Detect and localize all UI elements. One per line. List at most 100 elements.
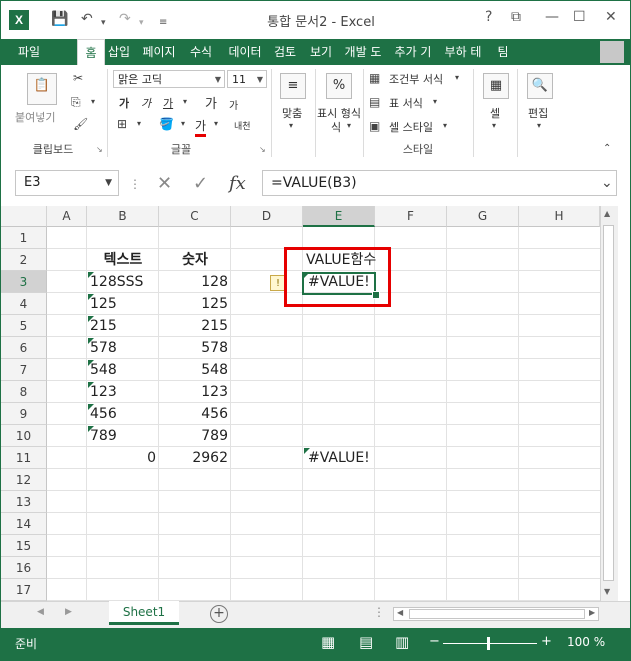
editing-dropdown-icon[interactable]: ▾ bbox=[537, 121, 541, 130]
add-sheet-button[interactable]: + bbox=[210, 605, 228, 623]
shrink-font-button[interactable]: 가 bbox=[229, 97, 238, 112]
tab-load-test[interactable]: 부하 테 bbox=[441, 39, 485, 65]
column-header[interactable]: B bbox=[87, 206, 159, 227]
next-sheet-icon[interactable]: ▶ bbox=[65, 607, 72, 617]
tab-file[interactable]: 파일 bbox=[1, 39, 57, 65]
cell-b3[interactable]: 128SSS bbox=[87, 271, 159, 293]
zoom-out-button[interactable]: − bbox=[429, 634, 440, 649]
zoom-slider-thumb[interactable] bbox=[487, 637, 490, 650]
copy-dropdown-icon[interactable]: ▾ bbox=[91, 97, 95, 106]
undo-icon[interactable]: ↶ bbox=[81, 10, 93, 28]
underline-button[interactable]: 가 bbox=[163, 95, 173, 111]
user-avatar-icon[interactable] bbox=[600, 41, 624, 63]
tab-review[interactable]: 검토 bbox=[271, 39, 299, 65]
maximize-button[interactable]: ☐ bbox=[573, 9, 586, 25]
row-header[interactable]: 15 bbox=[1, 535, 47, 557]
binoculars-icon[interactable]: 🔍 bbox=[527, 73, 553, 99]
cell-b9[interactable]: 456 bbox=[87, 403, 159, 425]
table-format-icon[interactable]: ▤ bbox=[369, 95, 380, 109]
scroll-up-icon[interactable]: ▲ bbox=[604, 209, 610, 218]
close-button[interactable]: ✕ bbox=[605, 9, 617, 25]
row-header[interactable]: 17 bbox=[1, 579, 47, 601]
select-all-corner[interactable] bbox=[1, 206, 47, 227]
cell-c7[interactable]: 548 bbox=[159, 359, 231, 381]
cell-style-icon[interactable]: ▣ bbox=[369, 119, 380, 133]
copy-icon[interactable]: ⎘ bbox=[71, 95, 81, 110]
format-painter-icon[interactable]: 🖌 bbox=[73, 117, 88, 131]
paste-button-label[interactable]: 붙여넣기 bbox=[15, 109, 55, 125]
border-icon[interactable]: ⊞ bbox=[117, 117, 127, 131]
cell-b4[interactable]: 125 bbox=[87, 293, 159, 315]
zoom-level[interactable]: 100 % bbox=[567, 635, 605, 649]
column-header[interactable]: E bbox=[303, 206, 375, 227]
font-size-combo[interactable]: 11 ▼ bbox=[227, 70, 267, 88]
cell-c11[interactable]: 2962 bbox=[159, 447, 231, 469]
collapse-ribbon-icon[interactable]: ⌃ bbox=[603, 143, 611, 154]
row-header[interactable]: 4 bbox=[1, 293, 47, 315]
save-icon[interactable]: 💾 bbox=[51, 10, 68, 28]
cells-dropdown-icon[interactable]: ▾ bbox=[492, 121, 496, 130]
alignment-icon[interactable]: ≡ bbox=[280, 73, 306, 99]
tab-splitter-icon[interactable]: ⋮ bbox=[373, 605, 385, 619]
tab-page-layout[interactable]: 페이지 bbox=[137, 39, 181, 65]
font-name-combo[interactable]: 맑은 고딕 ▼ bbox=[113, 70, 225, 88]
row-header[interactable]: 1 bbox=[1, 227, 47, 249]
alignment-button-label[interactable]: 맞춤 bbox=[282, 105, 302, 121]
formula-input[interactable]: =VALUE(B3) bbox=[262, 170, 617, 196]
scroll-right-icon[interactable]: ▶ bbox=[589, 608, 595, 617]
row-header[interactable]: 13 bbox=[1, 491, 47, 513]
scroll-down-icon[interactable]: ▼ bbox=[604, 587, 610, 596]
normal-view-icon[interactable]: ▦ bbox=[321, 633, 335, 651]
enter-icon[interactable]: ✓ bbox=[193, 173, 208, 194]
page-break-view-icon[interactable]: ▥ bbox=[395, 633, 409, 651]
cell-c8[interactable]: 123 bbox=[159, 381, 231, 403]
cell-b8[interactable]: 123 bbox=[87, 381, 159, 403]
row-header[interactable]: 3 bbox=[1, 271, 47, 293]
font-color-button[interactable]: 가 bbox=[195, 117, 207, 137]
page-layout-view-icon[interactable]: ▤ bbox=[359, 633, 373, 651]
column-header[interactable]: G bbox=[447, 206, 519, 227]
row-header[interactable]: 10 bbox=[1, 425, 47, 447]
editing-button-label[interactable]: 편집 bbox=[528, 105, 548, 121]
tab-team[interactable]: 팀 bbox=[491, 39, 515, 65]
number-format-button-label2[interactable]: 식 bbox=[331, 119, 341, 135]
number-dropdown-icon[interactable]: ▾ bbox=[347, 121, 351, 130]
tab-formulas[interactable]: 수식 bbox=[187, 39, 215, 65]
cell-c5[interactable]: 215 bbox=[159, 315, 231, 337]
prev-sheet-icon[interactable]: ◀ bbox=[37, 607, 44, 617]
tab-developer[interactable]: 개발 도 bbox=[341, 39, 385, 65]
column-header[interactable]: F bbox=[375, 206, 447, 227]
chevron-down-icon[interactable]: ▾ bbox=[433, 97, 437, 106]
zoom-in-button[interactable]: + bbox=[541, 634, 552, 649]
font-color-dropdown-icon[interactable]: ▾ bbox=[214, 119, 218, 128]
vertical-scroll-thumb[interactable] bbox=[603, 225, 614, 581]
tab-addins[interactable]: 추가 기 bbox=[391, 39, 435, 65]
tab-data[interactable]: 데이터 bbox=[223, 39, 267, 65]
column-header[interactable]: H bbox=[519, 206, 600, 227]
italic-button[interactable]: 가 bbox=[141, 95, 151, 111]
alignment-dropdown-icon[interactable]: ▾ bbox=[289, 121, 293, 130]
cell-b7[interactable]: 548 bbox=[87, 359, 159, 381]
help-button[interactable]: ? bbox=[485, 9, 492, 25]
column-header[interactable]: A bbox=[47, 206, 87, 227]
cell-c2[interactable]: 숫자 bbox=[159, 249, 231, 271]
zoom-slider-track[interactable] bbox=[443, 643, 537, 644]
chevron-down-icon[interactable]: ▾ bbox=[443, 121, 447, 130]
row-header[interactable]: 11 bbox=[1, 447, 47, 469]
insert-function-button[interactable]: fx bbox=[229, 173, 246, 194]
fill-dropdown-icon[interactable]: ▾ bbox=[181, 119, 185, 128]
cell-b5[interactable]: 215 bbox=[87, 315, 159, 337]
row-header[interactable]: 6 bbox=[1, 337, 47, 359]
row-header[interactable]: 5 bbox=[1, 315, 47, 337]
cells-icon[interactable]: ▦ bbox=[483, 73, 509, 99]
row-header[interactable]: 2 bbox=[1, 249, 47, 271]
name-box[interactable]: E3 ▼ bbox=[15, 170, 119, 196]
scroll-left-icon[interactable]: ◀ bbox=[397, 608, 403, 617]
paste-icon[interactable]: 📋 bbox=[27, 73, 57, 105]
expand-formula-bar-icon[interactable]: ⌄ bbox=[601, 175, 613, 191]
font-launcher-icon[interactable]: ↘ bbox=[259, 145, 266, 154]
cell-e11[interactable]: #VALUE! bbox=[305, 447, 375, 469]
cell-c10[interactable]: 789 bbox=[159, 425, 231, 447]
cell-b6[interactable]: 578 bbox=[87, 337, 159, 359]
undo-dropdown-icon[interactable]: ▾ bbox=[101, 14, 106, 32]
